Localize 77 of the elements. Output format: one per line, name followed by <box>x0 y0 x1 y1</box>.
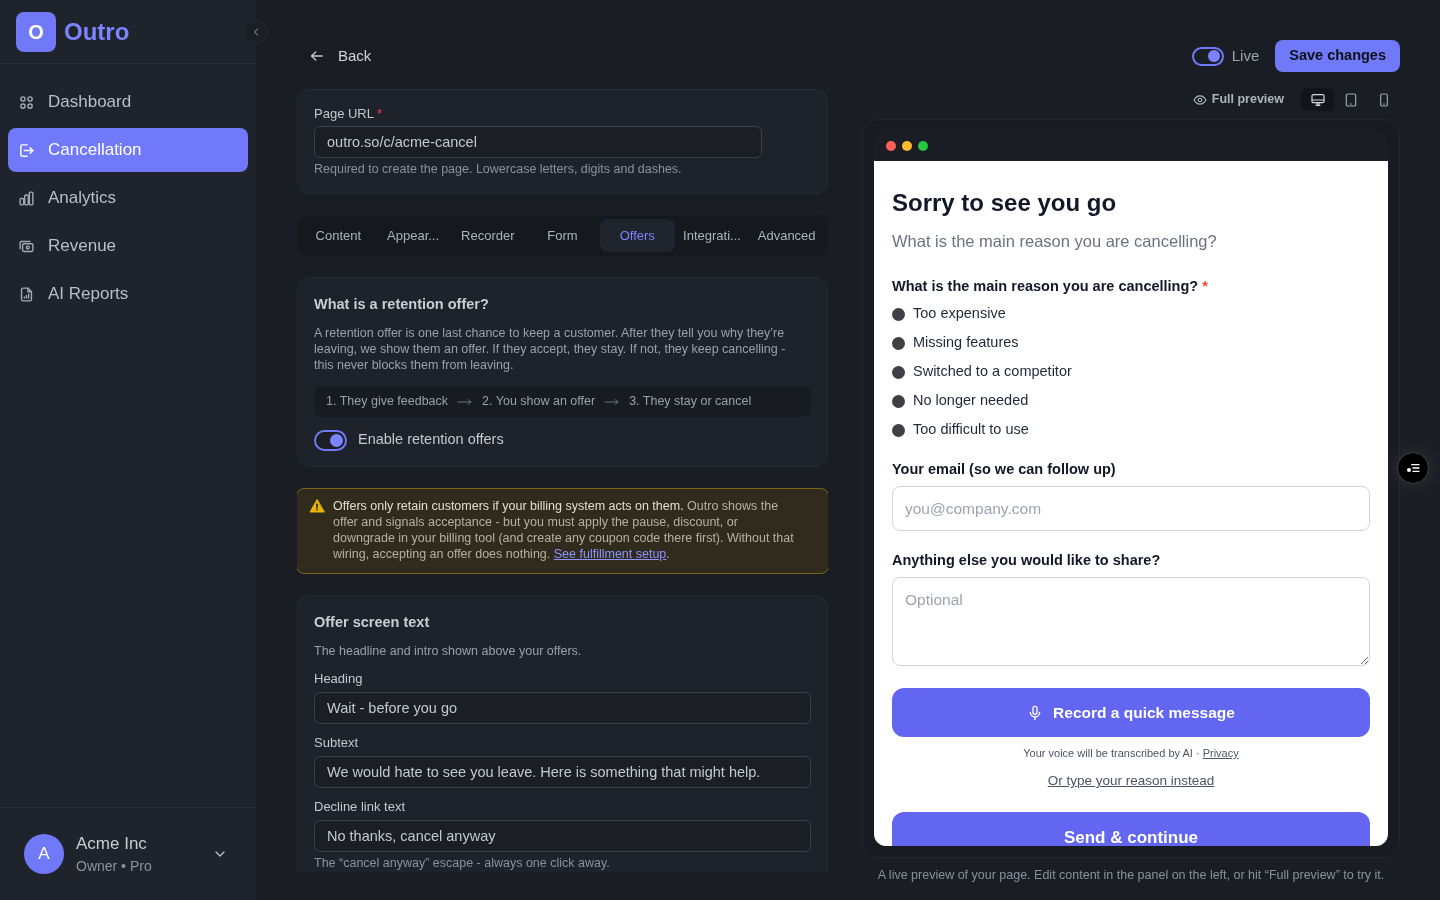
tab[interactable]: Integrati... <box>674 219 750 252</box>
eye-icon <box>1192 92 1207 107</box>
nav-item[interactable]: AI Reports <box>8 272 248 316</box>
live-toggle[interactable] <box>1191 46 1224 66</box>
step-label: 3. They stay or cancel <box>629 393 752 411</box>
field-label: Subtext <box>314 735 360 751</box>
tab[interactable]: Advanced <box>749 219 825 252</box>
window-controls-icon <box>886 141 928 151</box>
account-role: Owner • Pro <box>76 857 152 876</box>
arrow-left-icon <box>309 48 325 64</box>
text-field[interactable]: Wait - before you go <box>314 692 811 724</box>
tab[interactable]: Form <box>525 219 600 252</box>
retention-toggle[interactable] <box>314 429 347 451</box>
url-field[interactable]: outro.so/c/acme-cancel <box>314 126 762 158</box>
arrow-right-icon <box>457 397 474 406</box>
file-chart-icon <box>18 285 35 303</box>
step-label: 1. They give feedback <box>326 393 449 411</box>
arrow-right-icon <box>604 397 621 406</box>
save-button[interactable]: Save changes <box>1275 40 1400 72</box>
full-preview-button[interactable]: Full preview <box>1192 90 1284 109</box>
nav-item[interactable]: Dashboard <box>8 80 248 124</box>
warning-icon <box>309 498 325 514</box>
bar-chart-icon <box>18 189 35 207</box>
field-label: Decline link text <box>314 799 407 815</box>
tab[interactable]: Appear... <box>375 219 451 252</box>
type-reason-link[interactable]: Or type your reason instead <box>1047 773 1215 788</box>
field-label: Heading <box>314 671 364 687</box>
field-hint: Required to create the page. Lowercase letters, digits and dashes. <box>314 161 683 177</box>
field-label: Your email (so we can follow up) <box>892 460 1117 479</box>
device-button[interactable] <box>1301 88 1334 111</box>
text-field[interactable]: No thanks, cancel anyway <box>314 820 811 852</box>
page-title: Sorry to see you go <box>892 188 1118 218</box>
privacy-link[interactable]: Privacy <box>1202 747 1239 759</box>
send-button[interactable]: Send & continue <box>892 812 1370 846</box>
grid-icon <box>18 93 35 111</box>
field-hint: The “cancel anyway” escape - always one click away. <box>314 855 611 871</box>
radio-button[interactable] <box>892 365 905 379</box>
comments-field[interactable]: Optional <box>892 577 1370 666</box>
nav-item[interactable]: Cancellation <box>8 128 248 172</box>
account-name: Acme Inc <box>76 833 148 855</box>
tab[interactable]: Content <box>301 219 376 252</box>
preview-caption: A live preview of your page. Edit content in the panel on the left, or hit “Full preview” to try it. <box>876 867 1386 883</box>
option-label: Missing features <box>913 333 1019 353</box>
card-title: Offer screen text <box>314 613 431 632</box>
toggle-label: Enable retention offers <box>358 430 504 450</box>
option-label: Too difficult to use <box>913 420 1029 440</box>
radio-button[interactable] <box>892 336 905 350</box>
card-title: What is a retention offer? <box>314 295 490 314</box>
radio-button[interactable] <box>892 394 905 408</box>
monitor-icon <box>1309 91 1326 108</box>
radio-button[interactable] <box>892 423 905 437</box>
nav-item[interactable]: Revenue <box>8 224 248 268</box>
logo-mark: O <box>16 11 56 52</box>
option-label: Switched to a competitor <box>913 362 1072 382</box>
field-label: Page URL * <box>314 106 384 122</box>
exit-icon <box>18 141 35 159</box>
radio-button[interactable] <box>892 307 905 321</box>
tab[interactable]: Recorder <box>450 219 526 252</box>
tab[interactable]: Offers <box>599 219 675 252</box>
question-label: What is the main reason you are cancelling? * <box>892 277 1209 296</box>
text-field[interactable]: We would hate to see you leave. Here is something that might help. <box>314 756 811 788</box>
avatar: A <box>24 834 64 874</box>
email-field[interactable]: you@company.com <box>892 486 1370 531</box>
live-label: Live <box>1231 45 1260 66</box>
option-label: No longer needed <box>913 391 1029 411</box>
nav-item[interactable]: Analytics <box>8 176 248 220</box>
voice-note: Your voice will be transcribed by AI · Privacy <box>1022 746 1240 761</box>
warning-text: Offers only retain customers if your billing system acts on them. Outro shows the offer and signals acceptance - but you must apply the pause, discount, or downgrade in your billing tool (and create any coupon code there first). Without that wiring, accepting an offer does nothing. See fulfillment setup. <box>333 498 795 562</box>
option-label: Too expensive <box>913 304 1006 324</box>
back-button[interactable]: Back <box>297 40 384 72</box>
field-label: Anything else you would like to share? <box>892 551 1162 570</box>
card-description: A retention offer is one last chance to keep a customer. After they tell you why they’re leaving, we show them an offer. If they accept, they stay. If not, they keep cancelling - this never blocks them from leaving. <box>314 325 787 373</box>
card-description: The headline and intro shown above your offers. <box>314 643 583 659</box>
page-subtitle: What is the main reason you are cancelling? <box>892 231 1218 252</box>
step-label: 2. You show an offer <box>482 393 596 411</box>
record-button[interactable]: Record a quick message <box>892 688 1370 737</box>
brand-name: Outro <box>64 16 130 47</box>
